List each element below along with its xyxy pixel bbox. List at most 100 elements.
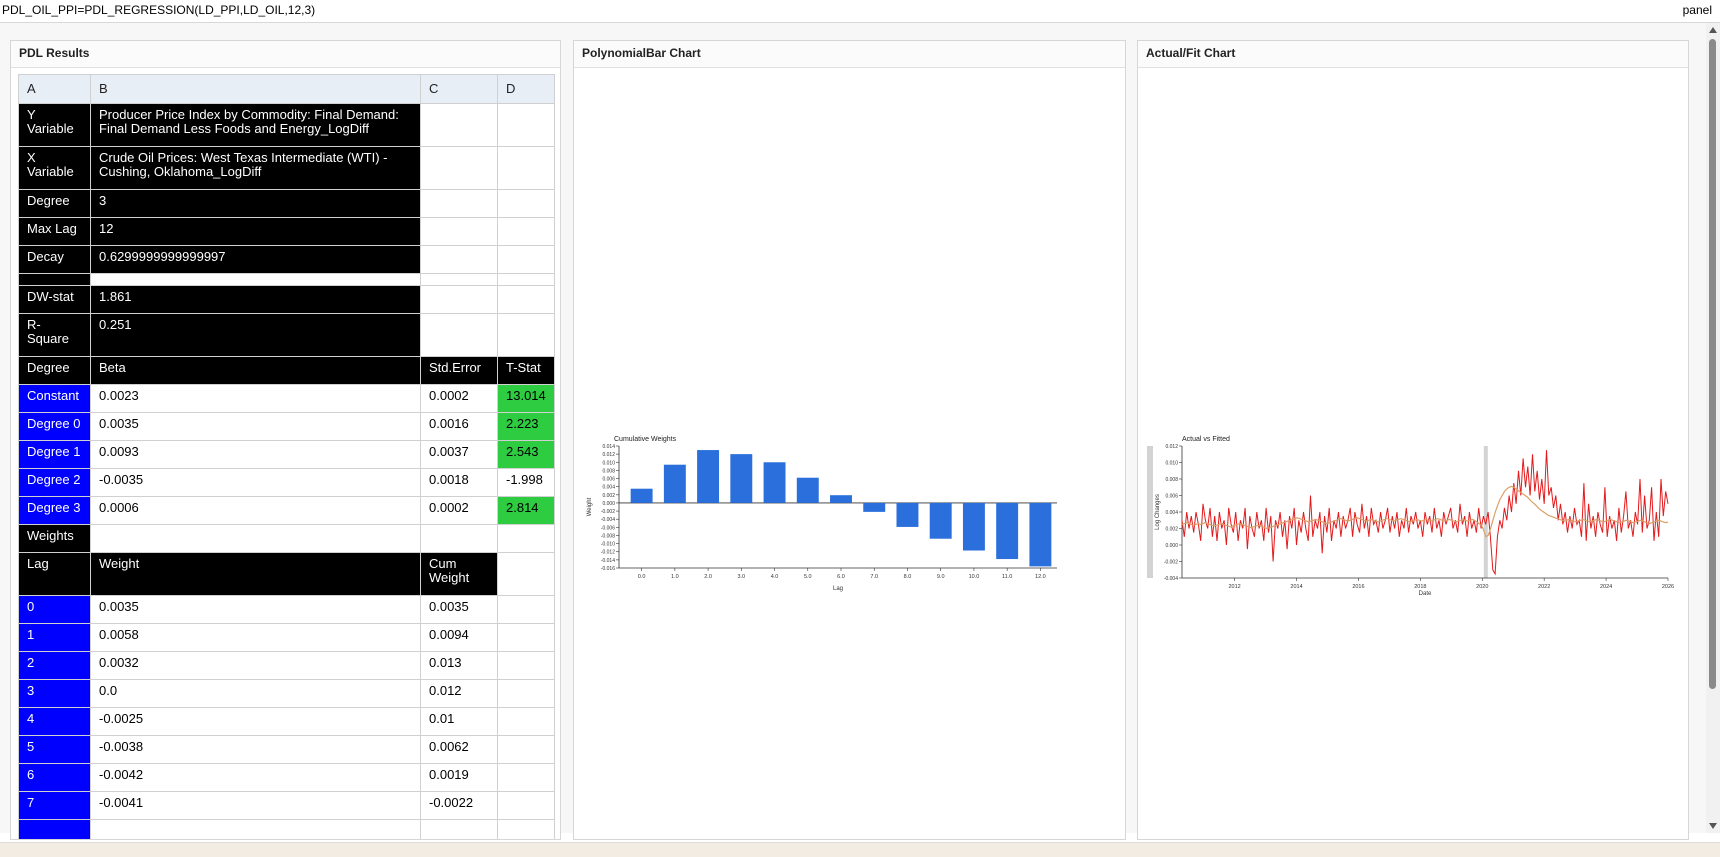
empty-cell[interactable]	[497, 524, 555, 553]
weights-label[interactable]: Weights	[18, 524, 91, 553]
column-header-a[interactable]: A	[18, 74, 91, 104]
coef-std-error[interactable]: 0.0016	[420, 412, 498, 441]
cum-weight-value[interactable]: 0.0094	[420, 623, 498, 652]
coef-std-error[interactable]: 0.0002	[420, 384, 498, 413]
empty-cell[interactable]	[497, 245, 555, 274]
empty-cell[interactable]	[420, 245, 498, 274]
empty-cell[interactable]	[497, 273, 555, 286]
coef-beta[interactable]: 0.0006	[90, 496, 421, 525]
weight-lag[interactable]: 0	[18, 595, 91, 624]
weight-lag[interactable]: 4	[18, 707, 91, 736]
column-header-b[interactable]: B	[90, 74, 421, 104]
cum-weight-value[interactable]: -0.0022	[420, 791, 498, 820]
cum-weight-value[interactable]: 0.0062	[420, 735, 498, 764]
empty-cell[interactable]	[420, 189, 498, 218]
degree-label[interactable]: Degree	[18, 189, 91, 218]
empty-cell[interactable]	[497, 552, 555, 596]
coef-std-error[interactable]: 0.0018	[420, 468, 498, 497]
empty-cell[interactable]	[420, 285, 498, 314]
empty-cell[interactable]	[18, 273, 91, 286]
coef-beta[interactable]: -0.0035	[90, 468, 421, 497]
empty-cell[interactable]	[497, 791, 555, 820]
x-variable-label[interactable]: X Variable	[18, 146, 91, 190]
cum-weight-value[interactable]: 0.0019	[420, 763, 498, 792]
empty-cell[interactable]	[420, 146, 498, 190]
coef-std-error[interactable]: 0.0002	[420, 496, 498, 525]
r-square-value[interactable]: 0.251	[90, 313, 421, 357]
empty-cell[interactable]	[90, 273, 421, 286]
scroll-thumb[interactable]	[1709, 39, 1716, 689]
weights-header-weight[interactable]: Weight	[90, 552, 421, 596]
weight-value[interactable]: -0.0042	[90, 763, 421, 792]
empty-cell[interactable]	[420, 273, 498, 286]
coef-beta[interactable]: 0.0023	[90, 384, 421, 413]
empty-cell[interactable]	[497, 595, 555, 624]
x-variable-value[interactable]: Crude Oil Prices: West Texas Intermediat…	[90, 146, 421, 190]
empty-cell[interactable]	[497, 103, 555, 147]
empty-cell[interactable]	[497, 735, 555, 764]
coef-name[interactable]: Degree 2	[18, 468, 91, 497]
cum-weight-value[interactable]: 0.012	[420, 679, 498, 708]
coef-header-t-stat[interactable]: T-Stat	[497, 356, 555, 385]
weight-lag[interactable]: 2	[18, 651, 91, 680]
y-variable-label[interactable]: Y Variable	[18, 103, 91, 147]
degree-value[interactable]: 3	[90, 189, 421, 218]
empty-cell[interactable]	[420, 217, 498, 246]
scroll-down-icon[interactable]	[1709, 823, 1717, 829]
weight-lag[interactable]: 1	[18, 623, 91, 652]
empty-cell[interactable]	[497, 819, 555, 839]
vertical-scrollbar[interactable]	[1706, 23, 1720, 833]
coef-t-stat[interactable]: 13.014	[497, 384, 555, 413]
coef-t-stat[interactable]: -1.998	[497, 468, 555, 497]
weight-value[interactable]: -0.0025	[90, 707, 421, 736]
empty-cell[interactable]	[497, 217, 555, 246]
coef-name[interactable]: Degree 1	[18, 440, 91, 469]
empty-cell[interactable]	[497, 707, 555, 736]
empty-cell[interactable]	[497, 651, 555, 680]
decay-value[interactable]: 0.6299999999999997	[90, 245, 421, 274]
coef-t-stat[interactable]: 2.814	[497, 496, 555, 525]
empty-cell[interactable]	[420, 103, 498, 147]
cum-weight-value[interactable]: 0.01	[420, 707, 498, 736]
weight-lag[interactable]: 6	[18, 763, 91, 792]
weight-lag[interactable]: 5	[18, 735, 91, 764]
coef-name[interactable]: Constant	[18, 384, 91, 413]
coef-name[interactable]: Degree 0	[18, 412, 91, 441]
coef-beta[interactable]: 0.0093	[90, 440, 421, 469]
empty-cell[interactable]	[90, 819, 421, 839]
column-header-c[interactable]: C	[420, 74, 498, 104]
empty-cell[interactable]	[420, 313, 498, 357]
max-lag-value[interactable]: 12	[90, 217, 421, 246]
weights-header-lag[interactable]: Lag	[18, 552, 91, 596]
coef-t-stat[interactable]: 2.543	[497, 440, 555, 469]
empty-cell[interactable]	[497, 285, 555, 314]
dw-stat-label[interactable]: DW-stat	[18, 285, 91, 314]
coef-name[interactable]: Degree 3	[18, 496, 91, 525]
weight-value[interactable]: -0.0038	[90, 735, 421, 764]
coef-t-stat[interactable]: 2.223	[497, 412, 555, 441]
coef-header-degree[interactable]: Degree	[18, 356, 91, 385]
cum-weight-value[interactable]: 0.013	[420, 651, 498, 680]
weights-header-cum-weight[interactable]: Cum Weight	[420, 552, 498, 596]
empty-cell[interactable]	[497, 189, 555, 218]
cum-weight-value[interactable]: 0.0035	[420, 595, 498, 624]
weight-value[interactable]: 0.0	[90, 679, 421, 708]
column-header-d[interactable]: D	[497, 74, 555, 104]
weight-lag[interactable]: 7	[18, 791, 91, 820]
dw-stat-value[interactable]: 1.861	[90, 285, 421, 314]
empty-cell[interactable]	[420, 524, 498, 553]
weight-value[interactable]: 0.0058	[90, 623, 421, 652]
coef-header-std-error[interactable]: Std.Error	[420, 356, 498, 385]
max-lag-label[interactable]: Max Lag	[18, 217, 91, 246]
coef-std-error[interactable]: 0.0037	[420, 440, 498, 469]
scroll-up-icon[interactable]	[1709, 27, 1717, 33]
coef-beta[interactable]: 0.0035	[90, 412, 421, 441]
y-variable-value[interactable]: Producer Price Index by Commodity: Final…	[90, 103, 421, 147]
weight-value[interactable]: -0.0041	[90, 791, 421, 820]
decay-label[interactable]: Decay	[18, 245, 91, 274]
empty-cell[interactable]	[90, 524, 421, 553]
r-square-label[interactable]: R-Square	[18, 313, 91, 357]
weight-lag[interactable]: 3	[18, 679, 91, 708]
empty-cell[interactable]	[18, 819, 91, 839]
empty-cell[interactable]	[497, 763, 555, 792]
